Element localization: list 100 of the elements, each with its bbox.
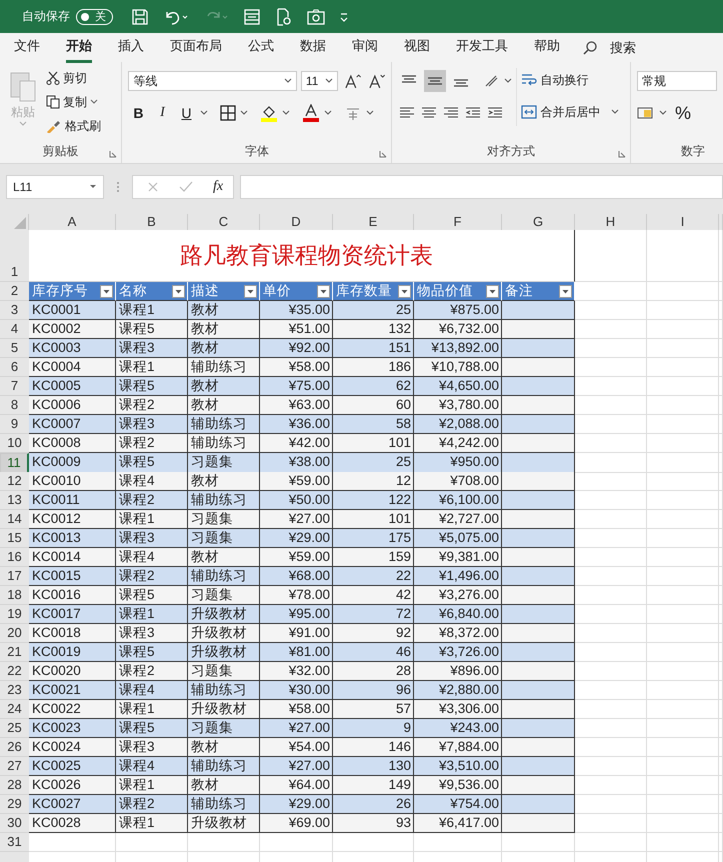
grid-cell[interactable]	[647, 320, 719, 339]
grid-cell[interactable]	[647, 453, 719, 473]
bold-button[interactable]: B	[128, 105, 148, 121]
grid-cell[interactable]	[575, 434, 647, 453]
row-header[interactable]: 25	[0, 719, 29, 738]
grid-cell[interactable]	[575, 230, 647, 282]
row-header[interactable]: 10	[0, 434, 29, 453]
grid-cell[interactable]	[647, 795, 719, 814]
align-left-icon[interactable]	[399, 106, 416, 120]
ribbon-tab[interactable]: 数据	[300, 32, 326, 62]
shrink-font-icon[interactable]	[368, 73, 386, 89]
row-header[interactable]: 14	[0, 510, 29, 529]
grid-cell[interactable]	[647, 415, 719, 434]
row-header[interactable]: 30	[0, 814, 29, 833]
font-color-icon[interactable]	[302, 104, 320, 122]
row-header[interactable]: 23	[0, 681, 29, 700]
row-header[interactable]: 29	[0, 795, 29, 814]
search-icon[interactable]	[582, 40, 598, 56]
row-header[interactable]: 22	[0, 662, 29, 681]
grid-cell[interactable]	[647, 230, 719, 282]
grid-cell[interactable]	[188, 833, 260, 852]
row-header[interactable]: 5	[0, 339, 29, 358]
column-header[interactable]: E	[333, 214, 414, 230]
grid-cell[interactable]	[647, 776, 719, 795]
grid-cell[interactable]	[647, 567, 719, 586]
grid-cell[interactable]	[116, 833, 188, 852]
format-painter-button[interactable]: 格式刷	[46, 116, 101, 136]
grid-cell[interactable]	[260, 833, 333, 852]
camera-icon[interactable]	[307, 8, 325, 26]
borders-icon[interactable]	[220, 105, 236, 121]
grid-cell[interactable]	[647, 529, 719, 548]
ribbon-tab[interactable]: 开发工具	[456, 32, 508, 62]
row-header[interactable]: 8	[0, 396, 29, 415]
wrap-text-button[interactable]: 自动换行	[521, 70, 620, 90]
grid-cell[interactable]	[647, 605, 719, 624]
align-right-icon[interactable]	[443, 106, 460, 120]
grid-cell[interactable]	[575, 814, 647, 833]
caret-icon[interactable]	[366, 110, 374, 116]
fill-color-icon[interactable]	[260, 104, 278, 122]
row-header[interactable]: 26	[0, 738, 29, 757]
grid-cell[interactable]	[575, 301, 647, 320]
caret-icon[interactable]	[240, 110, 248, 116]
row-header[interactable]: 27	[0, 757, 29, 776]
formula-input[interactable]	[240, 175, 723, 199]
grid-cell[interactable]	[647, 301, 719, 320]
insert-function-button[interactable]: fx	[213, 179, 224, 195]
grid-cell[interactable]	[575, 757, 647, 776]
underline-button[interactable]: U	[176, 105, 196, 121]
dialog-launcher-icon[interactable]	[379, 150, 388, 158]
ribbon-tab[interactable]: 公式	[248, 32, 274, 62]
grid-cell[interactable]	[647, 757, 719, 776]
row-header[interactable]: 19	[0, 605, 29, 624]
column-header[interactable]: I	[647, 214, 719, 230]
filter-dropdown-icon[interactable]	[398, 284, 411, 298]
row-header[interactable]: 15	[0, 529, 29, 548]
row-header[interactable]: 12	[0, 472, 29, 491]
grid-cell[interactable]	[575, 320, 647, 339]
font-size-field[interactable]: 11	[300, 71, 338, 91]
grid-cell[interactable]	[333, 833, 414, 852]
grid-cell[interactable]	[647, 358, 719, 377]
grid-cell[interactable]	[647, 282, 719, 301]
row-header[interactable]: 2	[0, 282, 29, 301]
row-header[interactable]: 24	[0, 700, 29, 719]
grid-cell[interactable]	[647, 434, 719, 453]
dialog-launcher-icon[interactable]	[109, 150, 118, 158]
column-header[interactable]: A	[29, 214, 116, 230]
copy-button[interactable]: 复制	[46, 92, 101, 112]
filter-dropdown-icon[interactable]	[559, 284, 572, 298]
grid-cell[interactable]	[647, 624, 719, 643]
grid-cell[interactable]	[647, 700, 719, 719]
row-header[interactable]: 6	[0, 358, 29, 377]
grid-cell[interactable]	[29, 833, 116, 852]
vertical-align-button[interactable]	[424, 70, 446, 92]
ribbon-tab[interactable]: 文件	[14, 32, 40, 62]
row-header[interactable]: 11	[0, 453, 29, 473]
font-name-field[interactable]: 等线	[128, 71, 297, 91]
grid-cell[interactable]	[647, 510, 719, 529]
grid-cell[interactable]	[575, 643, 647, 662]
column-header[interactable]: H	[575, 214, 647, 230]
grid-cell[interactable]	[575, 776, 647, 795]
row-header[interactable]: 13	[0, 491, 29, 510]
grid-cell[interactable]	[575, 339, 647, 358]
filter-dropdown-icon[interactable]	[100, 284, 113, 298]
grid-cell[interactable]	[575, 510, 647, 529]
grid-cell[interactable]	[575, 624, 647, 643]
row-header[interactable]: 3	[0, 301, 29, 320]
row-header[interactable]: 17	[0, 567, 29, 586]
grid-cell[interactable]	[647, 586, 719, 605]
grid-cell[interactable]	[647, 339, 719, 358]
filter-dropdown-icon[interactable]	[317, 284, 330, 298]
row-header[interactable]: 18	[0, 586, 29, 605]
grid-cell[interactable]	[647, 719, 719, 738]
enter-check-icon[interactable]	[179, 181, 193, 193]
decrease-indent-icon[interactable]	[465, 106, 482, 120]
cut-button[interactable]: 剪切	[46, 68, 101, 88]
grid-cell[interactable]	[647, 643, 719, 662]
percent-button[interactable]: %	[671, 102, 695, 124]
caret-icon[interactable]	[282, 110, 290, 116]
grid-cell[interactable]	[647, 681, 719, 700]
grid-cell[interactable]	[647, 396, 719, 415]
